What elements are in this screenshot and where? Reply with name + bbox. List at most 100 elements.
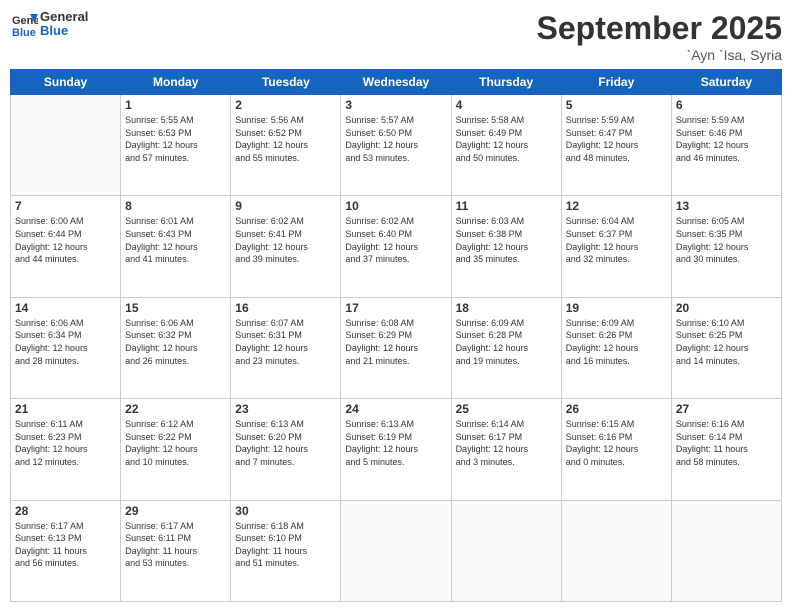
calendar-cell: 28 Sunrise: 6:17 AM Sunset: 6:13 PM Dayli… [11, 500, 121, 601]
day-info: Sunrise: 6:10 AM Sunset: 6:25 PM Dayligh… [676, 317, 777, 367]
calendar-cell: 16 Sunrise: 6:07 AM Sunset: 6:31 PM Dayli… [231, 297, 341, 398]
day-number: 24 [345, 402, 446, 416]
day-info: Sunrise: 6:09 AM Sunset: 6:26 PM Dayligh… [566, 317, 667, 367]
day-number: 10 [345, 199, 446, 213]
day-number: 23 [235, 402, 336, 416]
day-number: 27 [676, 402, 777, 416]
calendar-cell: 5 Sunrise: 5:59 AM Sunset: 6:47 PM Daylig… [561, 95, 671, 196]
day-info: Sunrise: 5:58 AM Sunset: 6:49 PM Dayligh… [456, 114, 557, 164]
day-info: Sunrise: 6:06 AM Sunset: 6:34 PM Dayligh… [15, 317, 116, 367]
day-info: Sunrise: 5:57 AM Sunset: 6:50 PM Dayligh… [345, 114, 446, 164]
logo: General Blue General Blue [10, 10, 88, 39]
calendar-cell: 14 Sunrise: 6:06 AM Sunset: 6:34 PM Dayli… [11, 297, 121, 398]
day-info: Sunrise: 6:04 AM Sunset: 6:37 PM Dayligh… [566, 215, 667, 265]
calendar-cell: 6 Sunrise: 5:59 AM Sunset: 6:46 PM Daylig… [671, 95, 781, 196]
calendar-cell: 8 Sunrise: 6:01 AM Sunset: 6:43 PM Daylig… [121, 196, 231, 297]
day-info: Sunrise: 6:17 AM Sunset: 6:13 PM Dayligh… [15, 520, 116, 570]
day-info: Sunrise: 6:06 AM Sunset: 6:32 PM Dayligh… [125, 317, 226, 367]
calendar-cell: 25 Sunrise: 6:14 AM Sunset: 6:17 PM Dayli… [451, 399, 561, 500]
day-info: Sunrise: 6:13 AM Sunset: 6:19 PM Dayligh… [345, 418, 446, 468]
day-number: 5 [566, 98, 667, 112]
calendar-cell [561, 500, 671, 601]
day-number: 14 [15, 301, 116, 315]
day-info: Sunrise: 5:59 AM Sunset: 6:47 PM Dayligh… [566, 114, 667, 164]
day-number: 1 [125, 98, 226, 112]
calendar-cell: 12 Sunrise: 6:04 AM Sunset: 6:37 PM Dayli… [561, 196, 671, 297]
logo-line2: Blue [40, 24, 88, 38]
day-number: 7 [15, 199, 116, 213]
calendar-cell: 30Sunrise: 6:18 AM Sunset: 6:10 PM Dayli… [231, 500, 341, 601]
calendar-cell: 13 Sunrise: 6:05 AM Sunset: 6:35 PM Dayli… [671, 196, 781, 297]
day-number: 15 [125, 301, 226, 315]
calendar-cell [451, 500, 561, 601]
day-number: 3 [345, 98, 446, 112]
calendar-cell: 20Sunrise: 6:10 AM Sunset: 6:25 PM Dayli… [671, 297, 781, 398]
weekday-header-sunday: Sunday [11, 70, 121, 95]
day-number: 21 [15, 402, 116, 416]
calendar-cell: 27 Sunrise: 6:16 AM Sunset: 6:14 PM Dayli… [671, 399, 781, 500]
day-number: 12 [566, 199, 667, 213]
calendar-cell: 10 Sunrise: 6:02 AM Sunset: 6:40 PM Dayli… [341, 196, 451, 297]
day-number: 26 [566, 402, 667, 416]
day-number: 16 [235, 301, 336, 315]
day-info: Sunrise: 6:13 AM Sunset: 6:20 PM Dayligh… [235, 418, 336, 468]
calendar-cell: 4 Sunrise: 5:58 AM Sunset: 6:49 PM Daylig… [451, 95, 561, 196]
calendar-cell: 21 Sunrise: 6:11 AM Sunset: 6:23 PM Dayli… [11, 399, 121, 500]
day-info: Sunrise: 5:59 AM Sunset: 6:46 PM Dayligh… [676, 114, 777, 164]
calendar-cell: 24 Sunrise: 6:13 AM Sunset: 6:19 PM Dayli… [341, 399, 451, 500]
day-info: Sunrise: 6:08 AM Sunset: 6:29 PM Dayligh… [345, 317, 446, 367]
calendar-cell: 11 Sunrise: 6:03 AM Sunset: 6:38 PM Dayli… [451, 196, 561, 297]
day-info: Sunrise: 6:16 AM Sunset: 6:14 PM Dayligh… [676, 418, 777, 468]
location: `Ayn `Isa, Syria [537, 47, 782, 63]
calendar-cell: 1Sunrise: 5:55 AM Sunset: 6:53 PM Daylig… [121, 95, 231, 196]
day-info: Sunrise: 6:07 AM Sunset: 6:31 PM Dayligh… [235, 317, 336, 367]
calendar-cell [671, 500, 781, 601]
day-number: 6 [676, 98, 777, 112]
calendar-cell: 9Sunrise: 6:02 AM Sunset: 6:41 PM Daylig… [231, 196, 341, 297]
calendar-cell: 7 Sunrise: 6:00 AM Sunset: 6:44 PM Daylig… [11, 196, 121, 297]
weekday-header-monday: Monday [121, 70, 231, 95]
day-number: 2 [235, 98, 336, 112]
day-number: 13 [676, 199, 777, 213]
day-info: Sunrise: 6:00 AM Sunset: 6:44 PM Dayligh… [15, 215, 116, 265]
day-info: Sunrise: 5:56 AM Sunset: 6:52 PM Dayligh… [235, 114, 336, 164]
weekday-header-tuesday: Tuesday [231, 70, 341, 95]
weekday-header-saturday: Saturday [671, 70, 781, 95]
calendar-cell: 23 Sunrise: 6:13 AM Sunset: 6:20 PM Dayli… [231, 399, 341, 500]
day-info: Sunrise: 6:11 AM Sunset: 6:23 PM Dayligh… [15, 418, 116, 468]
calendar-cell: 22Sunrise: 6:12 AM Sunset: 6:22 PM Dayli… [121, 399, 231, 500]
day-info: Sunrise: 6:09 AM Sunset: 6:28 PM Dayligh… [456, 317, 557, 367]
svg-text:Blue: Blue [12, 27, 36, 38]
day-info: Sunrise: 6:17 AM Sunset: 6:11 PM Dayligh… [125, 520, 226, 570]
day-info: Sunrise: 6:05 AM Sunset: 6:35 PM Dayligh… [676, 215, 777, 265]
weekday-header-friday: Friday [561, 70, 671, 95]
calendar-cell [341, 500, 451, 601]
calendar-cell: 29 Sunrise: 6:17 AM Sunset: 6:11 PM Dayli… [121, 500, 231, 601]
day-info: Sunrise: 6:03 AM Sunset: 6:38 PM Dayligh… [456, 215, 557, 265]
calendar: SundayMondayTuesdayWednesdayThursdayFrid… [10, 69, 782, 602]
title-block: September 2025 `Ayn `Isa, Syria [537, 10, 782, 63]
weekday-header-thursday: Thursday [451, 70, 561, 95]
day-info: Sunrise: 6:15 AM Sunset: 6:16 PM Dayligh… [566, 418, 667, 468]
calendar-cell: 2 Sunrise: 5:56 AM Sunset: 6:52 PM Daylig… [231, 95, 341, 196]
day-number: 28 [15, 504, 116, 518]
day-number: 9 [235, 199, 336, 213]
calendar-cell: 26 Sunrise: 6:15 AM Sunset: 6:16 PM Dayli… [561, 399, 671, 500]
calendar-cell [11, 95, 121, 196]
day-number: 19 [566, 301, 667, 315]
calendar-cell: 19 Sunrise: 6:09 AM Sunset: 6:26 PM Dayli… [561, 297, 671, 398]
day-number: 29 [125, 504, 226, 518]
day-number: 4 [456, 98, 557, 112]
day-info: Sunrise: 6:01 AM Sunset: 6:43 PM Dayligh… [125, 215, 226, 265]
weekday-header-wednesday: Wednesday [341, 70, 451, 95]
calendar-cell: 18Sunrise: 6:09 AM Sunset: 6:28 PM Dayli… [451, 297, 561, 398]
day-info: Sunrise: 6:02 AM Sunset: 6:40 PM Dayligh… [345, 215, 446, 265]
month-title: September 2025 [537, 10, 782, 47]
calendar-cell: 17Sunrise: 6:08 AM Sunset: 6:29 PM Dayli… [341, 297, 451, 398]
day-number: 11 [456, 199, 557, 213]
day-number: 25 [456, 402, 557, 416]
day-info: Sunrise: 6:14 AM Sunset: 6:17 PM Dayligh… [456, 418, 557, 468]
calendar-cell: 3 Sunrise: 5:57 AM Sunset: 6:50 PM Daylig… [341, 95, 451, 196]
day-number: 8 [125, 199, 226, 213]
calendar-cell: 15 Sunrise: 6:06 AM Sunset: 6:32 PM Dayli… [121, 297, 231, 398]
